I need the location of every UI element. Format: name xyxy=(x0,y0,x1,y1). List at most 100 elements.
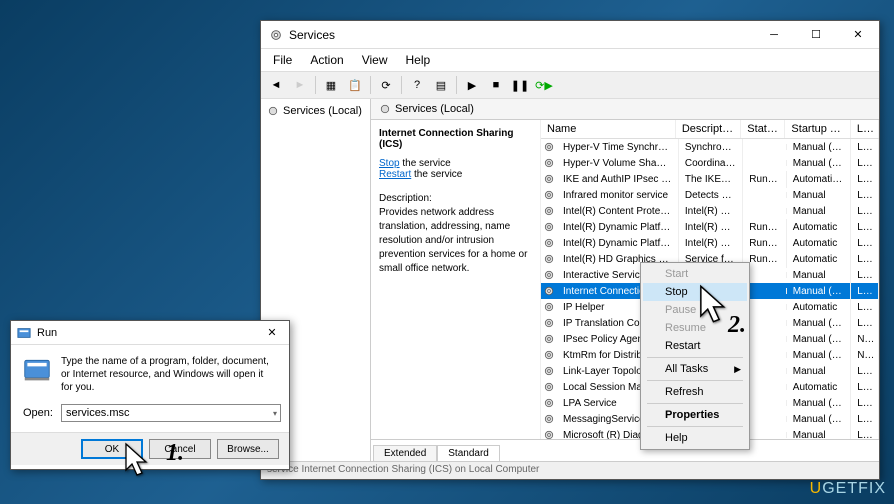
run-body: Type the name of a program, folder, docu… xyxy=(11,345,289,432)
gear-icon xyxy=(543,397,555,409)
toolbar: ◄ ► ▦ 📋 ⟳ ? ▤ ▶ ■ ❚❚ ⟳▶ xyxy=(261,71,879,99)
minimize-button[interactable]: ─ xyxy=(753,21,795,49)
stop-service-button[interactable]: ■ xyxy=(485,74,507,96)
table-row[interactable]: Infrared monitor serviceDetects oth...Ma… xyxy=(541,187,879,203)
watermark: UGETFIX xyxy=(810,480,886,498)
cell-log: Loc xyxy=(851,363,879,380)
run-close-button[interactable]: ✕ xyxy=(255,321,289,345)
separator xyxy=(370,76,371,94)
ok-button[interactable]: OK xyxy=(81,439,143,459)
dropdown-icon[interactable]: ▾ xyxy=(273,409,277,418)
cell-name: Infrared monitor service xyxy=(557,187,679,204)
menu-file[interactable]: File xyxy=(265,51,300,69)
cell-log: Loc xyxy=(851,171,879,188)
refresh-button[interactable]: ⟳ xyxy=(375,74,397,96)
cell-log: Loc xyxy=(851,283,879,300)
start-service-button[interactable]: ▶ xyxy=(461,74,483,96)
back-button[interactable]: ◄ xyxy=(265,74,287,96)
cell-name: Intel(R) Dynamic Platform a... xyxy=(557,235,679,252)
cell-type: Manual xyxy=(787,267,851,284)
cell-name: Hyper-V Volume Shadow C... xyxy=(557,155,679,172)
table-row[interactable]: Hyper-V Time Synchronizat...Synchronize.… xyxy=(541,139,879,155)
cell-type: Automatic xyxy=(787,219,851,236)
detail-pane: Internet Connection Sharing (ICS) Stop t… xyxy=(371,120,541,439)
gear-icon xyxy=(543,429,555,439)
cell-type: Manual (Trig... xyxy=(787,395,851,412)
table-row[interactable]: Intel(R) Dynamic Platform a...Intel(R) D… xyxy=(541,219,879,235)
pause-service-button[interactable]: ❚❚ xyxy=(509,74,531,96)
help-button[interactable]: ? xyxy=(406,74,428,96)
menu-action[interactable]: Action xyxy=(302,51,351,69)
show-hide-button[interactable]: ▦ xyxy=(320,74,342,96)
tree-item-services-local[interactable]: Services (Local) xyxy=(265,103,366,119)
restart-service-button[interactable]: ⟳▶ xyxy=(533,74,555,96)
export-button[interactable]: 📋 xyxy=(344,74,366,96)
cell-status: Running xyxy=(743,235,786,252)
menu-help[interactable]: Help xyxy=(398,51,439,69)
run-dialog: Run ✕ Type the name of a program, folder… xyxy=(10,320,290,470)
tab-extended[interactable]: Extended xyxy=(373,445,437,461)
run-command-input[interactable] xyxy=(61,404,281,422)
table-row[interactable]: Intel(R) Content Protection ...Intel(R) … xyxy=(541,203,879,219)
ctx-stop[interactable]: Stop xyxy=(643,283,747,301)
restart-link[interactable]: Restart xyxy=(379,169,411,180)
table-row[interactable]: Hyper-V Volume Shadow C...Coordinates...… xyxy=(541,155,879,171)
gear-icon xyxy=(543,253,555,265)
run-title: Run xyxy=(37,327,57,339)
cell-type: Automatic xyxy=(787,299,851,316)
menubar: File Action View Help xyxy=(261,49,879,71)
cell-log: Loc xyxy=(851,427,879,440)
col-name[interactable]: Name xyxy=(541,120,676,138)
cell-type: Manual (Trig... xyxy=(787,331,851,348)
services-icon xyxy=(269,28,283,42)
ctx-help[interactable]: Help xyxy=(643,429,747,447)
submenu-arrow-icon: ▶ xyxy=(734,364,741,375)
cell-name: Intel(R) Content Protection ... xyxy=(557,203,679,220)
stop-link[interactable]: Stop xyxy=(379,158,400,169)
cell-type: Manual (Trig... xyxy=(787,283,851,300)
ctx-all-tasks[interactable]: All Tasks▶ xyxy=(643,360,747,378)
gear-icon xyxy=(543,173,555,185)
cell-type: Manual xyxy=(787,427,851,440)
col-description[interactable]: Description xyxy=(676,120,741,138)
cell-desc: Detects oth... xyxy=(679,187,743,204)
cell-log: Loc xyxy=(851,219,879,236)
forward-button[interactable]: ► xyxy=(289,74,311,96)
ctx-restart[interactable]: Restart xyxy=(643,337,747,355)
cell-type: Manual (Trig... xyxy=(787,139,851,156)
ctx-properties[interactable]: Properties xyxy=(643,406,747,424)
gear-icon xyxy=(543,269,555,281)
col-logon[interactable]: Log xyxy=(851,120,879,138)
cell-status xyxy=(743,160,786,166)
run-buttons: OK Cancel Browse... xyxy=(11,432,289,465)
open-label: Open: xyxy=(23,407,53,419)
table-row[interactable]: Intel(R) Dynamic Platform a...Intel(R) D… xyxy=(541,235,879,251)
ctx-refresh[interactable]: Refresh xyxy=(643,383,747,401)
menu-view[interactable]: View xyxy=(354,51,396,69)
statusbar: service Internet Connection Sharing (ICS… xyxy=(261,461,879,479)
cell-desc: Coordinates... xyxy=(679,155,743,172)
maximize-button[interactable]: ☐ xyxy=(795,21,837,49)
col-status[interactable]: Status xyxy=(741,120,785,138)
cell-log: Loc xyxy=(851,379,879,396)
description-block: Description: Provides network address tr… xyxy=(379,192,532,276)
window-controls: ─ ☐ ✕ xyxy=(753,21,879,49)
cell-log: Net xyxy=(851,347,879,364)
content-area: Services (Local) Services (Local) Intern… xyxy=(261,99,879,461)
col-startup-type[interactable]: Startup Type xyxy=(785,120,850,138)
view-tabs: Extended Standard xyxy=(371,439,879,461)
separator xyxy=(647,380,743,381)
browse-button[interactable]: Browse... xyxy=(217,439,279,459)
close-button[interactable]: ✕ xyxy=(837,21,879,49)
gear-icon xyxy=(543,189,555,201)
run-input-row: Open: ▾ xyxy=(23,404,277,422)
gear-icon xyxy=(543,413,555,425)
watermark-u: U xyxy=(810,480,823,497)
ctx-start: Start xyxy=(643,265,747,283)
tab-standard[interactable]: Standard xyxy=(437,445,500,461)
cell-type: Manual (Trig... xyxy=(787,411,851,428)
stop-link-line: Stop the service xyxy=(379,158,532,169)
properties-button[interactable]: ▤ xyxy=(430,74,452,96)
cell-status xyxy=(743,192,786,198)
table-row[interactable]: IKE and AuthIP IPsec Keying...The IKEEXT… xyxy=(541,171,879,187)
